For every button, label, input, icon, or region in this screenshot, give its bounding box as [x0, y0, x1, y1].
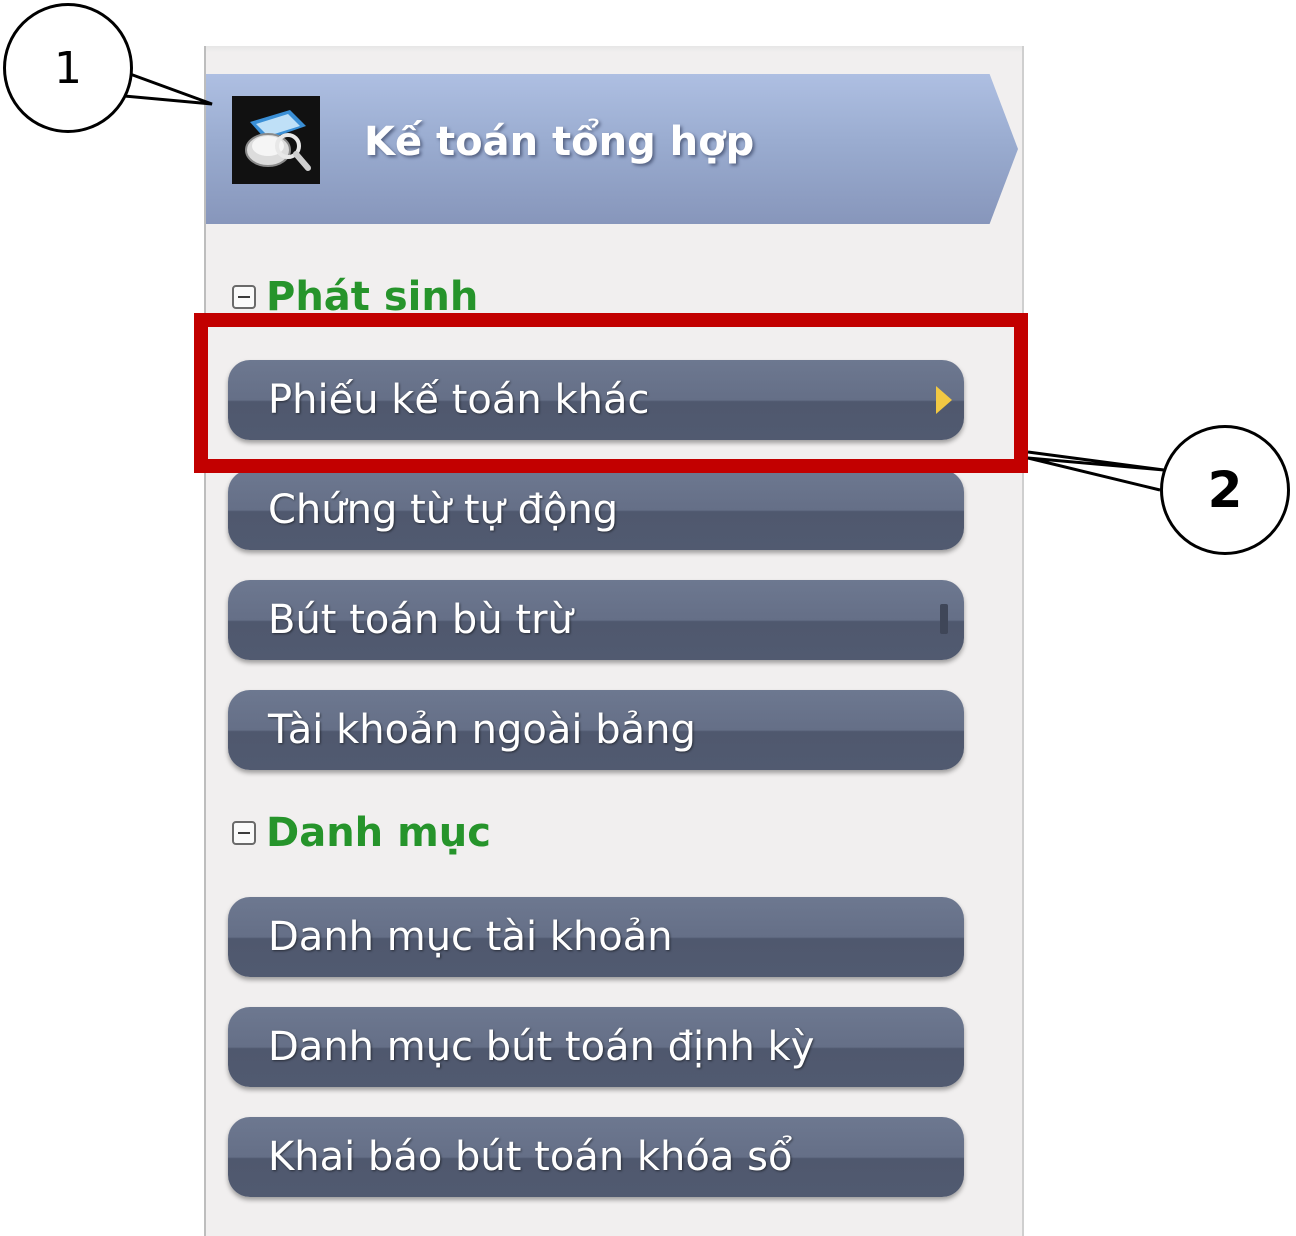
callout-2: 2 — [1160, 425, 1290, 555]
callout-leader-lines — [123, 72, 1165, 492]
callout-1: 1 — [3, 3, 133, 133]
